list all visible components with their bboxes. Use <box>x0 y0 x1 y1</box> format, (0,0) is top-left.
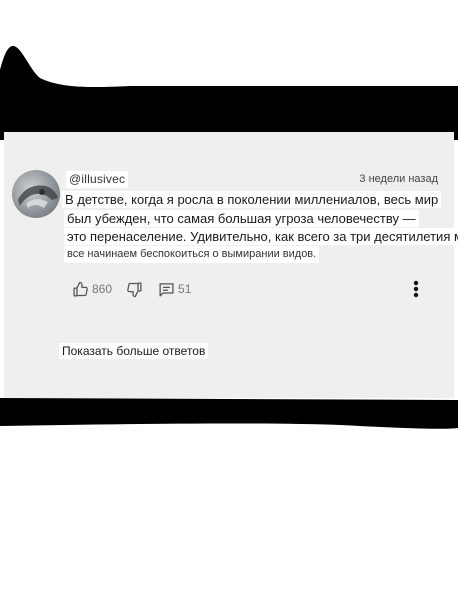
comment-menu-button[interactable] <box>410 279 422 299</box>
comment-text-line: был убежден, что самая большая угроза че… <box>64 210 419 227</box>
thumbs-up-icon <box>72 281 89 298</box>
comment-timestamp[interactable]: 3 недели назад <box>359 172 438 187</box>
more-vertical-icon <box>410 280 422 303</box>
bottom-black-border <box>0 398 458 429</box>
comment-text-line: все начинаем беспокоиться о вымирании ви… <box>64 246 320 263</box>
show-more-replies-link[interactable]: Показать больше ответов <box>59 343 209 359</box>
thumbs-down-icon <box>126 281 143 298</box>
comment-icon <box>158 281 175 298</box>
avatar[interactable] <box>12 170 60 218</box>
top-black-border <box>0 45 458 140</box>
dislike-button[interactable] <box>126 281 143 298</box>
comment-text-line: В детстве, когда я росла в поколении мил… <box>62 191 442 208</box>
comment-actions: 860 51 <box>72 279 191 299</box>
like-button[interactable]: 860 <box>72 281 112 298</box>
like-count: 860 <box>92 282 113 296</box>
reply-count: 51 <box>178 282 192 296</box>
reply-button[interactable]: 51 <box>158 281 191 298</box>
comment-text-line: это перенаселение. Удивительно, как всег… <box>64 228 458 245</box>
comment-author-handle[interactable]: @illusivec <box>66 171 129 188</box>
